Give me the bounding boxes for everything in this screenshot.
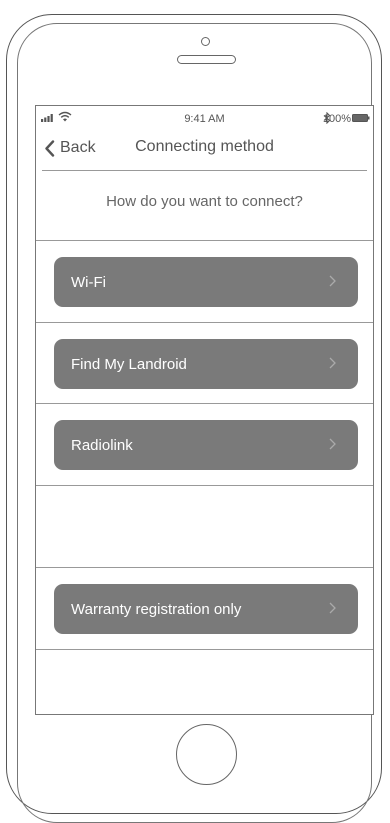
chevron-left-icon [45, 139, 55, 157]
divider [36, 403, 373, 404]
back-label: Back [60, 139, 96, 156]
home-button[interactable] [176, 724, 237, 785]
back-button[interactable]: Back [44, 136, 96, 160]
battery-percentage: 100% [322, 113, 351, 125]
option-label: Wi-Fi [71, 273, 106, 291]
find-my-landroid-option-button[interactable]: Find My Landroid [54, 339, 358, 389]
option-label: Find My Landroid [71, 355, 187, 373]
divider [36, 322, 373, 323]
chevron-right-icon [329, 602, 336, 614]
option-label: Warranty registration only [71, 600, 242, 618]
option-label: Radiolink [71, 436, 133, 454]
warranty-registration-button[interactable]: Warranty registration only [54, 584, 358, 634]
wifi-option-button[interactable]: Wi-Fi [54, 257, 358, 307]
battery-icon [352, 114, 370, 122]
chevron-right-icon [329, 357, 336, 369]
radiolink-option-button[interactable]: Radiolink [54, 420, 358, 470]
status-bar: 9:41 AM 100% [36, 106, 373, 130]
connect-question: How do you want to connect? [106, 193, 303, 210]
nav-divider [42, 170, 367, 171]
phone-screen: 9:41 AM 100% Back Connecting method How … [35, 105, 374, 715]
divider [36, 240, 373, 241]
chevron-right-icon [329, 438, 336, 450]
divider [36, 649, 373, 650]
divider [36, 567, 373, 568]
chevron-right-icon [329, 275, 336, 287]
earpiece-speaker [177, 55, 236, 64]
navigation-bar: Back Connecting method [36, 134, 373, 168]
divider [36, 485, 373, 486]
front-camera [201, 37, 210, 46]
